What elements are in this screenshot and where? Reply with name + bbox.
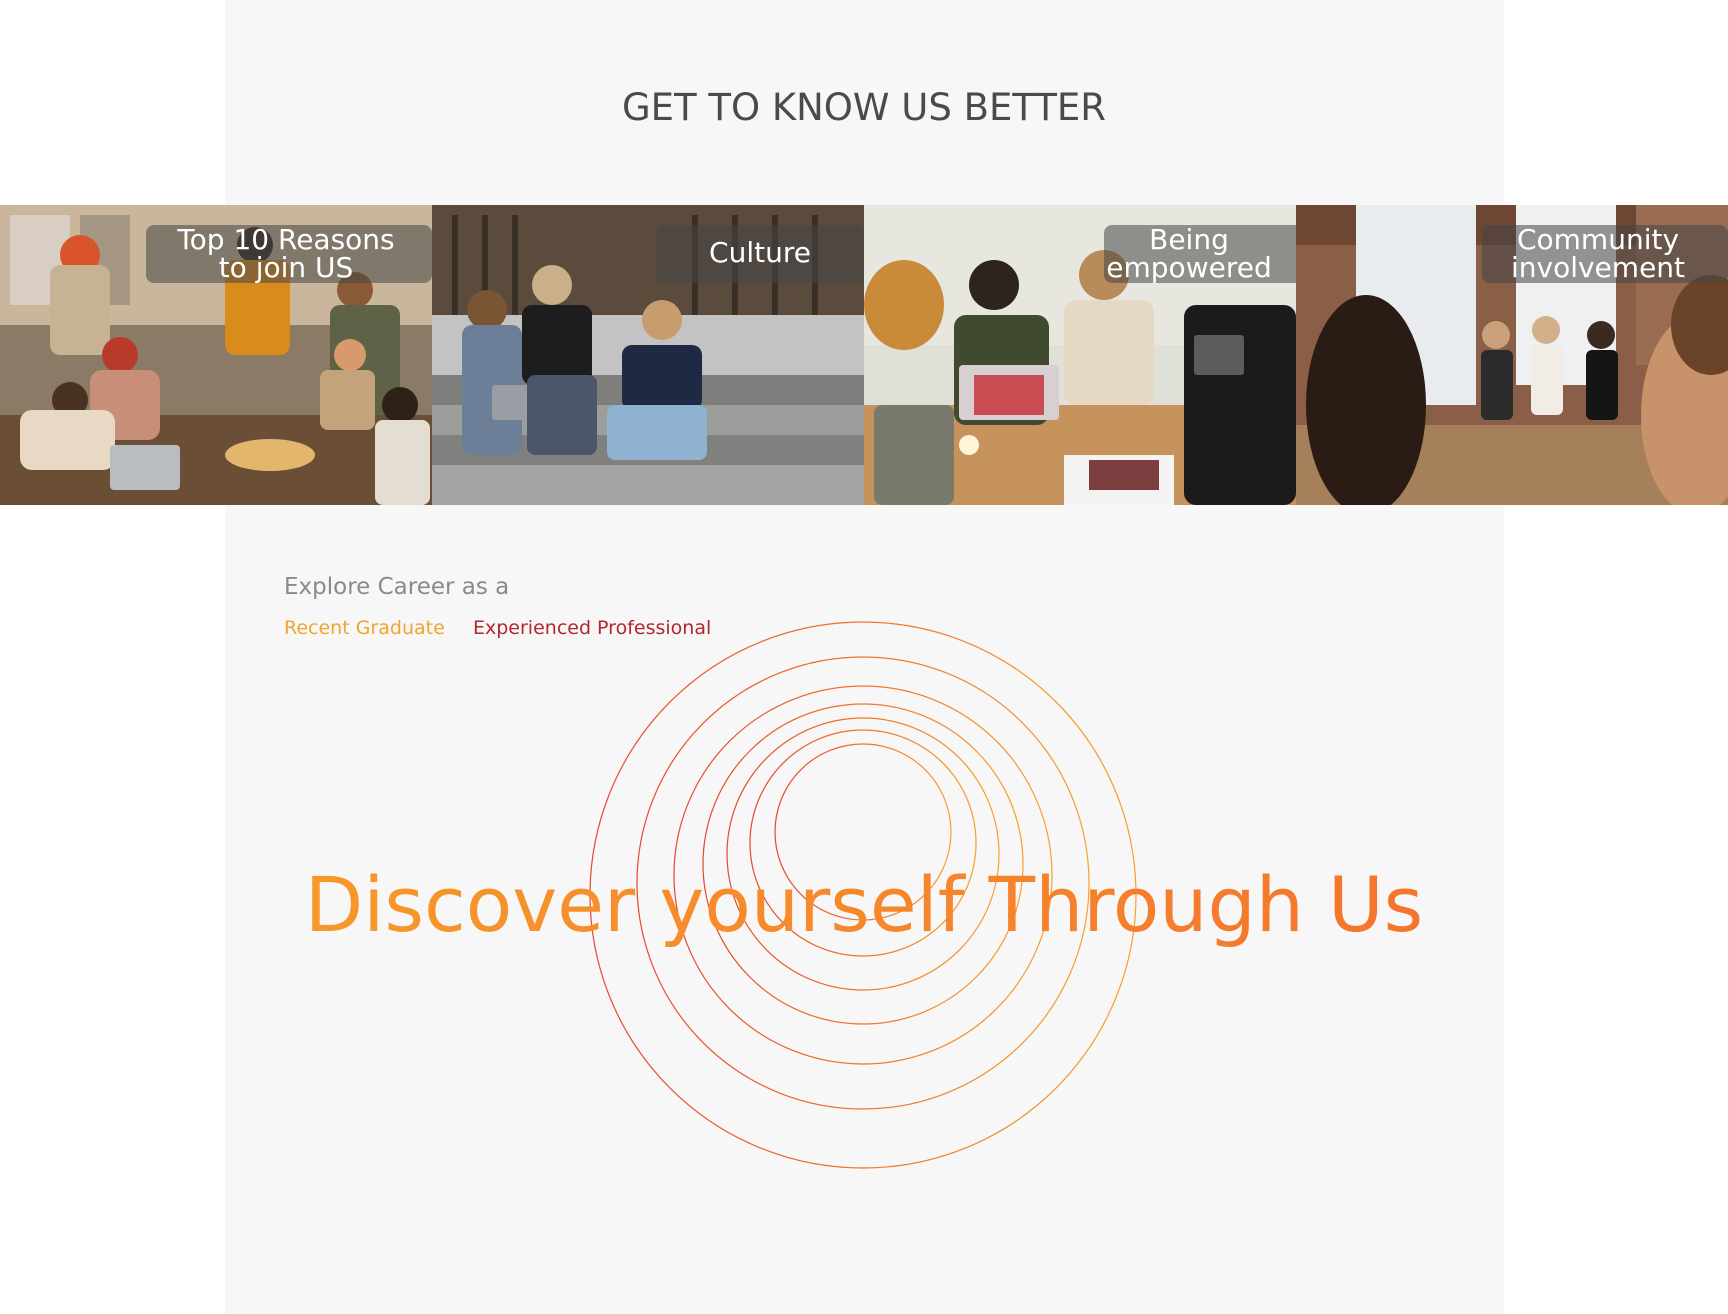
page: GET TO KNOW US BETTER Top 10 Reasons to … [0, 0, 1728, 1314]
explore-career-label: Explore Career as a [284, 574, 510, 600]
tile-label: Top 10 Reasons to join US [177, 223, 395, 284]
recent-graduate-link[interactable]: Recent Graduate [284, 617, 445, 639]
image-tiles-row: Top 10 Reasons to join US Culture Being … [0, 205, 1728, 505]
tile-label: Community involvement [1510, 223, 1686, 284]
section-title: GET TO KNOW US BETTER [621, 86, 1107, 129]
hero-headline: Discover yourself Through Us [0, 860, 1728, 949]
tile-top-10-reasons[interactable]: Top 10 Reasons to join US [0, 205, 432, 505]
tile-being-empowered[interactable]: Being empowered [864, 205, 1296, 505]
tile-label: Being empowered [1106, 223, 1272, 284]
tile-community-involvement[interactable]: Community involvement [1296, 205, 1728, 505]
tile-culture[interactable]: Culture [432, 205, 864, 505]
tile-label: Culture [709, 236, 811, 269]
